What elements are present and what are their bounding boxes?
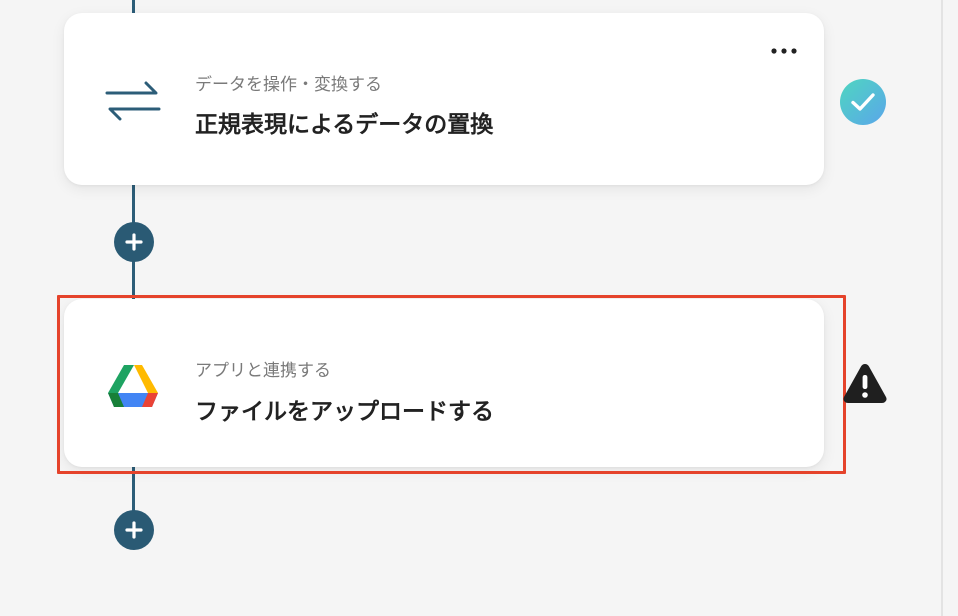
check-circle-icon [839,78,887,126]
add-step-button[interactable] [114,510,154,550]
plus-icon [125,521,143,539]
plus-icon [125,233,143,251]
step-category-label: データを操作・変換する [195,75,382,95]
step-title: ファイルをアップロードする [195,399,494,425]
panel-divider [941,0,943,616]
warning-icon [841,359,889,407]
flow-step-card-selected[interactable] [64,299,824,467]
flow-canvas: データを操作・変換する 正規表現によるデータの置換 アプリと連携する ファイルを… [0,0,958,616]
flow-step-card[interactable] [64,13,824,185]
swap-arrows-icon [104,76,162,126]
more-horizontal-icon[interactable] [768,43,800,59]
step-category-label: アプリと連携する [195,361,331,381]
add-step-button[interactable] [114,222,154,262]
step-title: 正規表現によるデータの置換 [195,112,494,138]
flow-connector [132,0,135,13]
google-drive-icon [104,361,162,411]
